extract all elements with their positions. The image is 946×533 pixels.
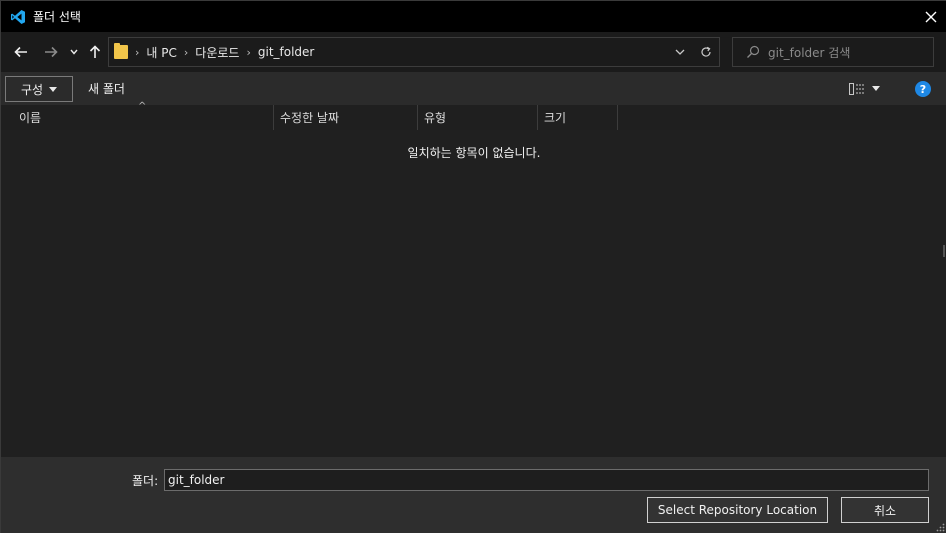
file-list[interactable] <box>1 130 946 457</box>
back-button[interactable] <box>9 32 33 72</box>
details-view-icon <box>849 82 864 95</box>
arrow-left-icon <box>14 46 27 58</box>
empty-list-message: 일치하는 항목이 없습니다. <box>407 146 541 160</box>
select-repository-location-button[interactable]: Select Repository Location <box>647 497 828 523</box>
search-icon <box>747 45 760 58</box>
forward-button[interactable] <box>39 32 63 72</box>
window-title: 폴더 선택 <box>33 10 81 24</box>
caret-down-icon <box>49 86 58 92</box>
navigation-bar: › 내 PC › 다운로드 › git_folder git_folder 검색 <box>1 32 946 72</box>
breadcrumb-downloads[interactable]: 다운로드 <box>195 44 239 61</box>
search-input[interactable]: git_folder 검색 <box>768 44 850 61</box>
close-button[interactable] <box>915 1 946 32</box>
recent-locations-button[interactable] <box>67 32 81 72</box>
column-header-type[interactable]: 유형 <box>418 105 538 130</box>
search-box[interactable]: git_folder 검색 <box>732 37 934 67</box>
address-history-button[interactable] <box>667 38 693 66</box>
sort-ascending-icon: ^ <box>138 101 147 112</box>
folder-icon <box>114 43 128 59</box>
arrow-right-icon <box>45 46 58 58</box>
organize-label: 구성 <box>20 82 44 97</box>
breadcrumb-separator-icon: › <box>246 45 251 59</box>
chevron-down-icon <box>675 49 685 55</box>
folder-name-input[interactable] <box>164 469 929 491</box>
up-button[interactable] <box>85 32 105 72</box>
close-icon <box>925 11 937 22</box>
vscode-icon <box>11 9 25 24</box>
folder-picker-dialog: 폴더 선택 › 내 PC › 다운로드 › git_folder git_fol… <box>0 0 946 533</box>
folder-field-label: 폴더: <box>132 473 159 488</box>
refresh-icon <box>701 46 711 57</box>
caret-down-icon <box>872 86 880 91</box>
breadcrumb-separator-icon: › <box>183 45 189 59</box>
view-options-button[interactable] <box>849 72 891 105</box>
breadcrumb-separator-icon: › <box>135 45 140 59</box>
title-bar: 폴더 선택 <box>1 1 946 32</box>
bottom-panel: 폴더: Select Repository Location 취소 <box>1 457 946 533</box>
resize-grip-icon[interactable] <box>935 522 945 532</box>
breadcrumb-my-pc[interactable]: 내 PC <box>146 44 176 61</box>
column-header-date-modified[interactable]: 수정한 날짜 <box>274 105 418 130</box>
breadcrumb-git-folder[interactable]: git_folder <box>258 45 315 59</box>
address-bar[interactable]: › 내 PC › 다운로드 › git_folder <box>108 37 720 67</box>
refresh-button[interactable] <box>693 38 719 66</box>
chevron-down-icon <box>70 49 78 55</box>
organize-button[interactable]: 구성 <box>5 76 73 102</box>
help-button[interactable]: ? <box>915 81 931 97</box>
address-actions <box>667 38 719 66</box>
scrollbar-handle[interactable] <box>943 245 945 257</box>
arrow-up-icon <box>89 45 101 58</box>
new-folder-button[interactable]: 새 폴더 <box>88 72 125 105</box>
cancel-button[interactable]: 취소 <box>841 497 929 523</box>
column-header-size[interactable]: 크기 <box>538 105 618 130</box>
column-headers: 이름 ^ 수정한 날짜 유형 크기 <box>1 101 946 130</box>
